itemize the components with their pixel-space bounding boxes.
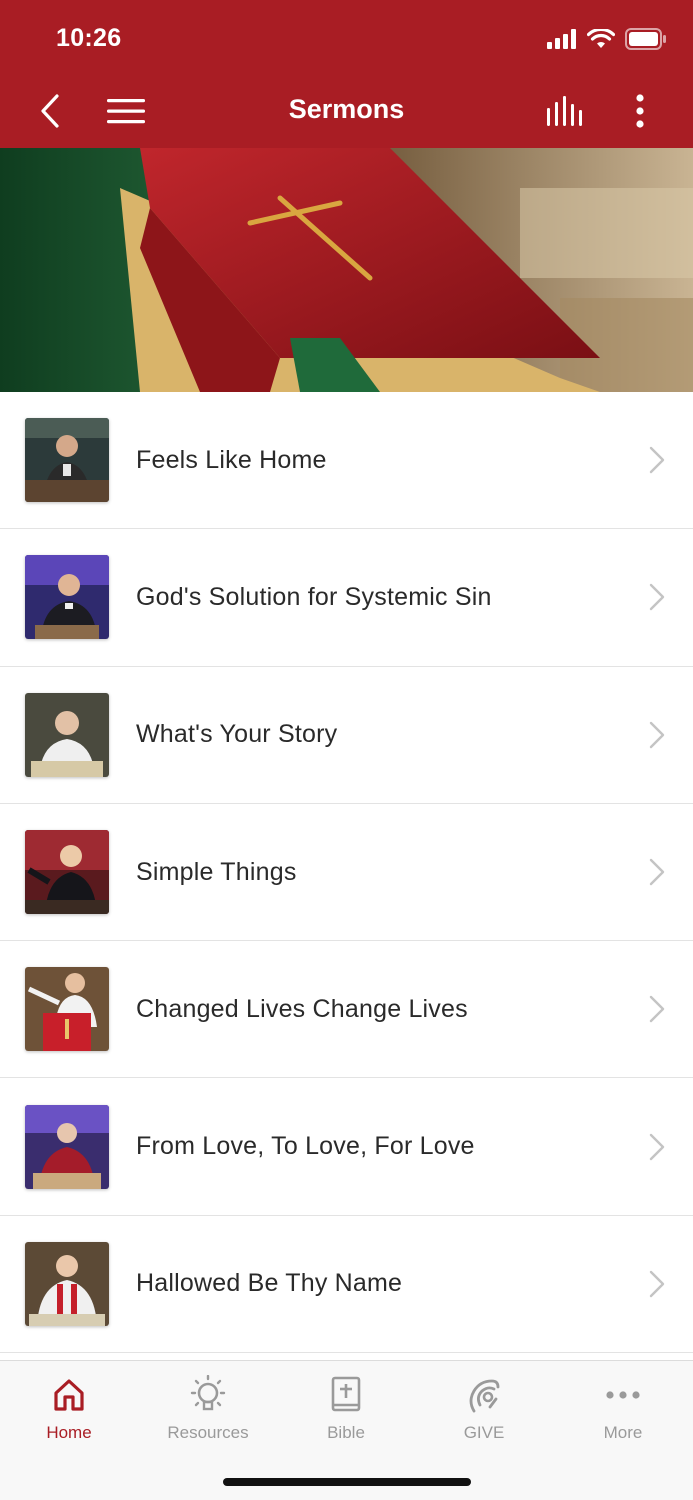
chevron-right-icon <box>649 446 665 474</box>
sermon-thumbnail <box>25 418 109 503</box>
sermon-thumbnail <box>25 967 109 1052</box>
chevron-right-icon <box>649 858 665 886</box>
sermon-thumbnail <box>25 555 109 640</box>
tab-label: More <box>603 1423 643 1442</box>
tab-home[interactable]: Home <box>0 1361 138 1457</box>
sermon-title: Simple Things <box>136 857 297 886</box>
tab-label: Bible <box>327 1423 365 1442</box>
chevron-right-icon <box>649 1133 665 1160</box>
battery-icon <box>625 28 666 50</box>
vertical-dots-icon <box>636 94 644 128</box>
sermon-title: What's Your Story <box>136 720 338 749</box>
bible-icon <box>331 1376 361 1412</box>
sermon-row[interactable]: Feels Like Home <box>0 392 693 530</box>
tab-resources[interactable]: Resources <box>139 1361 277 1457</box>
sermon-title: God's Solution for Systemic Sin <box>136 582 492 611</box>
lightbulb-icon <box>190 1375 226 1411</box>
sermon-title: Hallowed Be Thy Name <box>136 1269 403 1298</box>
sermon-thumbnail <box>25 1241 109 1326</box>
sermon-row[interactable]: Changed Lives Change Lives <box>0 941 693 1079</box>
audio-button[interactable] <box>544 78 588 144</box>
sermon-thumbnail <box>25 830 109 915</box>
chevron-right-icon <box>649 1270 665 1298</box>
signal-icon <box>547 29 576 49</box>
audio-bars-icon <box>547 96 582 126</box>
chevron-right-icon <box>649 996 665 1023</box>
tab-bible[interactable]: Bible <box>277 1361 415 1457</box>
give-icon <box>469 1379 500 1413</box>
status-icons <box>547 26 667 52</box>
tab-label: Home <box>46 1423 92 1442</box>
tab-give[interactable]: GIVE <box>415 1361 553 1457</box>
sermon-row[interactable]: What's Your Story <box>0 666 693 804</box>
sermon-row[interactable]: Simple Things <box>0 803 693 942</box>
bible-hero-illustration <box>0 148 693 392</box>
sermon-title: From Love, To Love, For Love <box>136 1132 475 1161</box>
chevron-right-icon <box>649 584 665 611</box>
more-dots-icon <box>606 1391 640 1399</box>
hero-image <box>0 148 693 392</box>
sermon-title: Feels Like Home <box>136 445 327 474</box>
sermon-title: Changed Lives Change Lives <box>136 994 468 1023</box>
wifi-icon <box>587 29 615 48</box>
sermon-row[interactable]: God's Solution for Systemic Sin <box>0 529 693 667</box>
tab-more[interactable]: More <box>554 1361 692 1457</box>
sermon-thumbnail <box>25 692 109 777</box>
tab-label: Resources <box>167 1423 249 1442</box>
nav-bar: Sermons <box>0 78 693 144</box>
more-options-button[interactable] <box>624 78 656 144</box>
home-icon <box>54 1379 84 1411</box>
sermon-row[interactable]: Hallowed Be Thy Name <box>0 1215 693 1354</box>
home-indicator[interactable] <box>223 1478 471 1486</box>
status-time: 10:26 <box>56 24 122 52</box>
sermon-list: Feels Like Home God's Solution for Syste… <box>0 392 693 1354</box>
chevron-right-icon <box>649 721 665 748</box>
tab-label: GIVE <box>463 1423 505 1442</box>
sermon-row[interactable]: From Love, To Love, For Love <box>0 1078 693 1216</box>
app-header: 10:26 Sermons <box>0 0 693 148</box>
page-title: Sermons <box>288 94 405 124</box>
sermon-thumbnail <box>25 1104 109 1189</box>
